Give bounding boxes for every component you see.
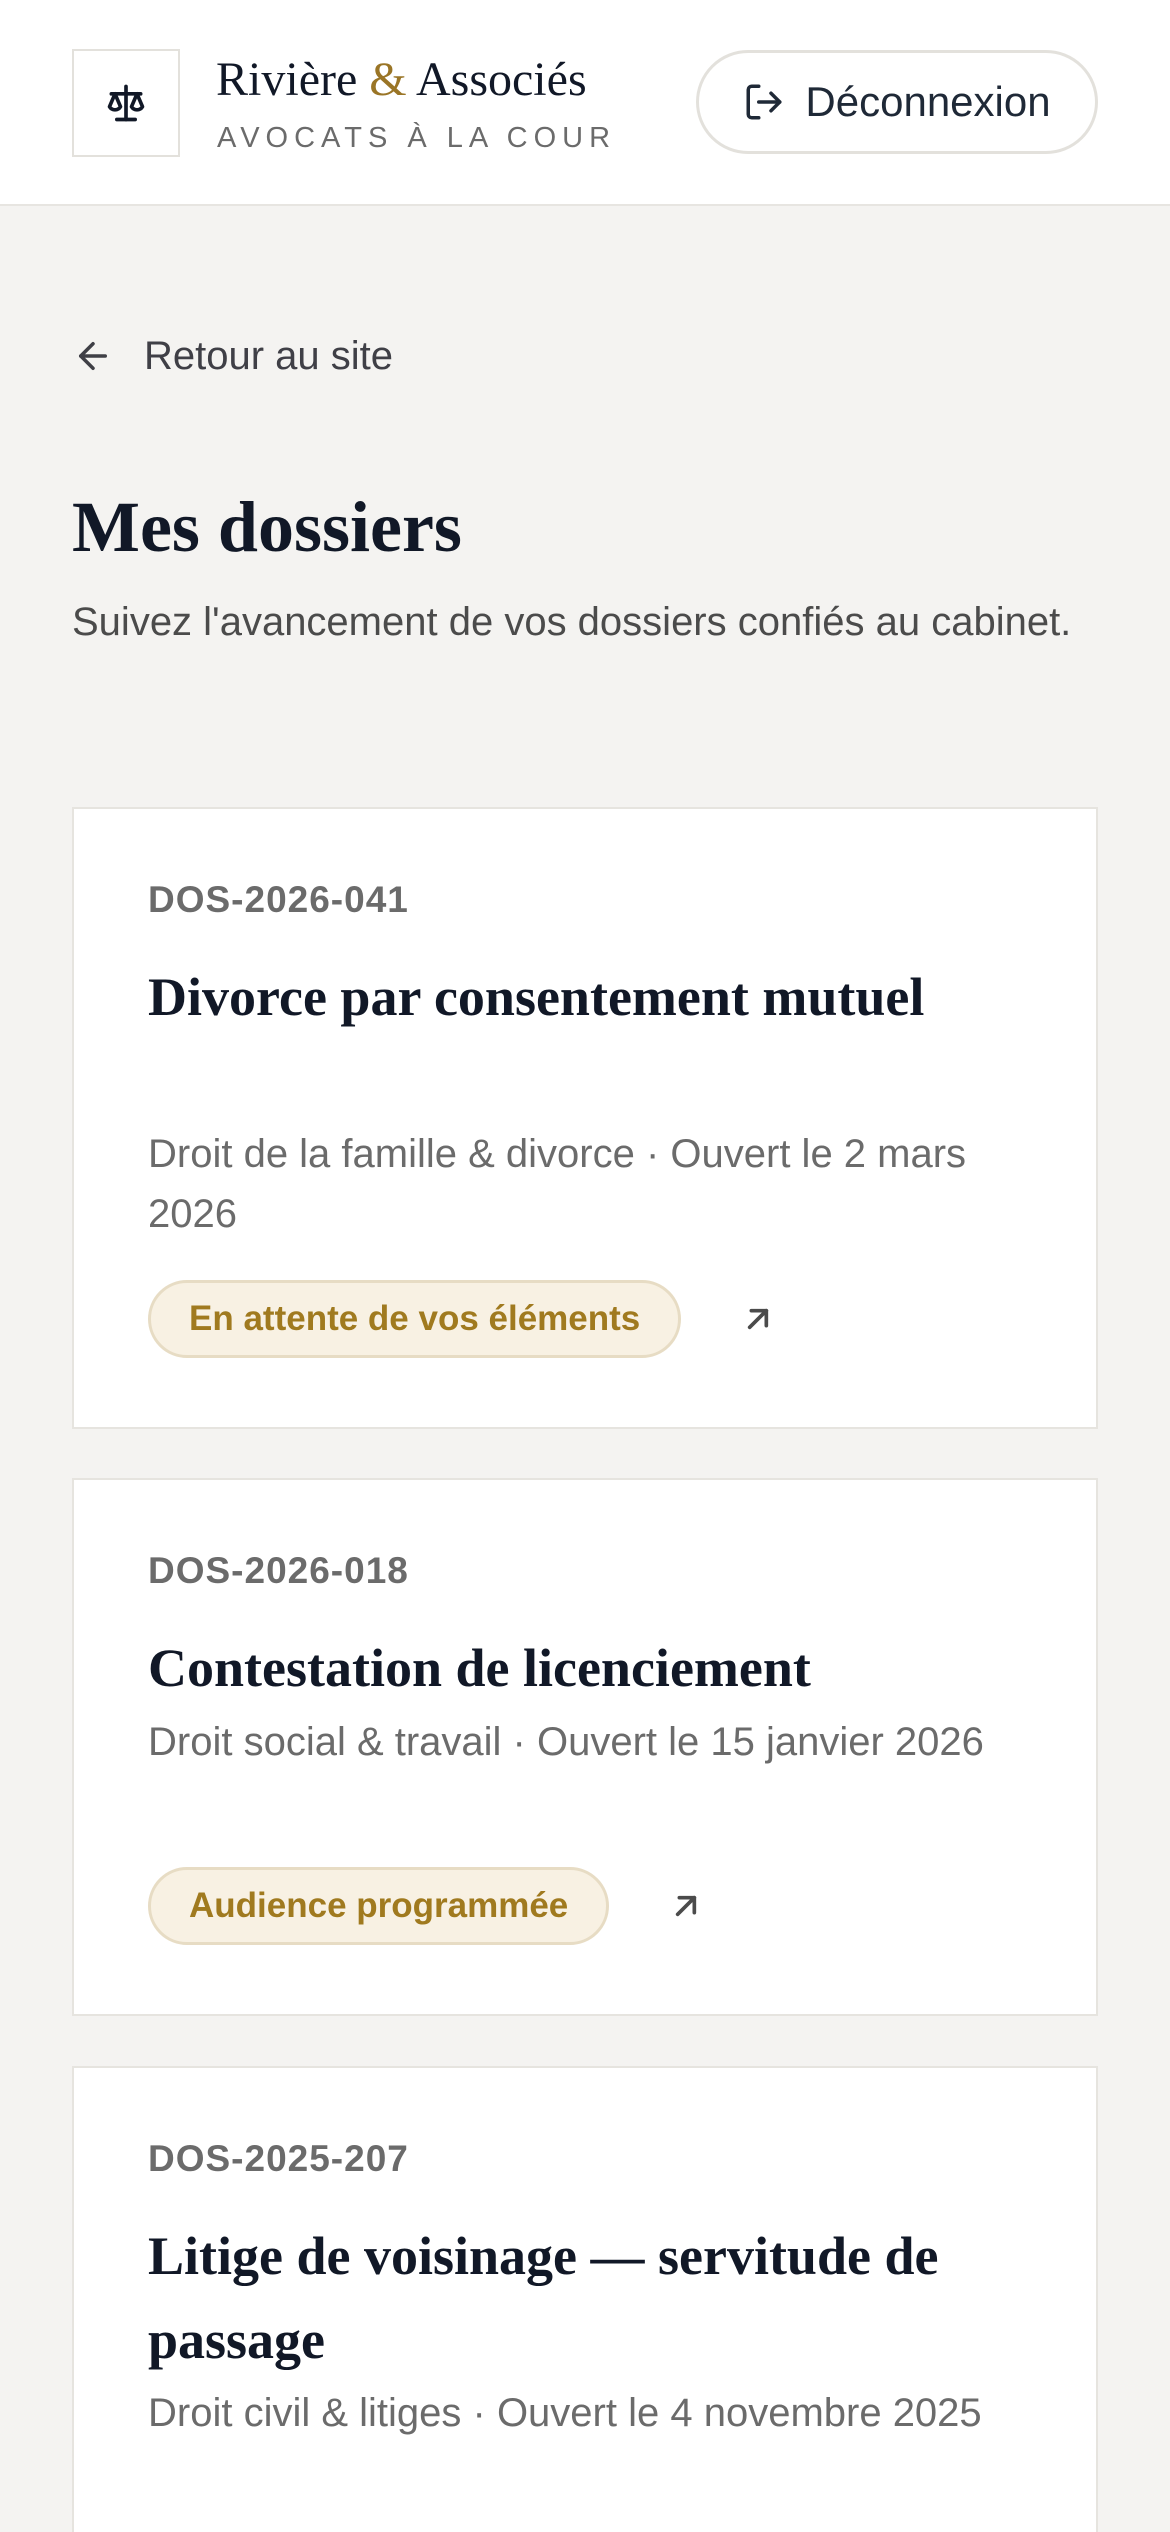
status-badge: En attente de vos éléments — [148, 1280, 682, 1358]
arrow-up-right-icon — [675, 1895, 697, 1917]
arrow-up-right-icon — [747, 1308, 769, 1330]
brand-tagline: AVOCATS À LA COUR — [217, 122, 617, 154]
dossier-reference: DOS-2026-018 — [148, 1550, 409, 1591]
logo[interactable] — [72, 49, 180, 157]
logout-label: Déconnexion — [805, 78, 1051, 125]
logout-icon — [746, 84, 782, 120]
back-link-label: Retour au site — [144, 333, 394, 378]
brand-ampersand: & — [369, 53, 407, 106]
dossier-title: Litige de voisinage — servitude de passa… — [148, 2226, 939, 2370]
dossier-reference: DOS-2026-041 — [148, 879, 409, 920]
dossier-meta: Droit social & travail · Ouvert le 15 ja… — [148, 1720, 984, 1764]
scales-icon — [107, 84, 145, 122]
page-subtitle: Suivez l'avancement de vos dossiers conf… — [72, 600, 1072, 644]
open-dossier-button[interactable] — [664, 1884, 708, 1928]
dossier-card[interactable]: DOS-2026-018 Contestation de licenciemen… — [72, 1478, 1098, 2016]
logout-button[interactable]: Déconnexion — [696, 50, 1098, 154]
brand-name-part2: Associés — [406, 53, 587, 106]
dossier-meta: Droit civil & litiges · Ouvert le 4 nove… — [148, 2391, 982, 2435]
dossier-title: Divorce par consentement mutuel — [148, 967, 925, 1027]
brand-name-part1: Rivière — [216, 53, 370, 106]
dossier-card[interactable]: DOS-2025-207 Litige de voisinage — servi… — [72, 2066, 1098, 2532]
open-dossier-button[interactable] — [736, 1297, 780, 1341]
dossier-reference: DOS-2025-207 — [148, 2138, 409, 2179]
app-header: Rivière & Associés AVOCATS À LA COUR Déc… — [0, 0, 1170, 206]
dossier-title: Contestation de licenciement — [148, 1638, 811, 1698]
dossier-meta: Droit de la famille & divorce · Ouvert l… — [148, 1132, 967, 1236]
back-to-site-link[interactable]: Retour au site — [72, 330, 393, 382]
status-badge: Audience programmée — [148, 1867, 610, 1945]
brand-name[interactable]: Rivière & Associés — [216, 52, 587, 107]
dossier-card[interactable]: DOS-2026-041 Divorce par consentement mu… — [72, 807, 1098, 1429]
page-title: Mes dossiers — [72, 487, 462, 567]
arrow-left-icon — [79, 342, 107, 370]
